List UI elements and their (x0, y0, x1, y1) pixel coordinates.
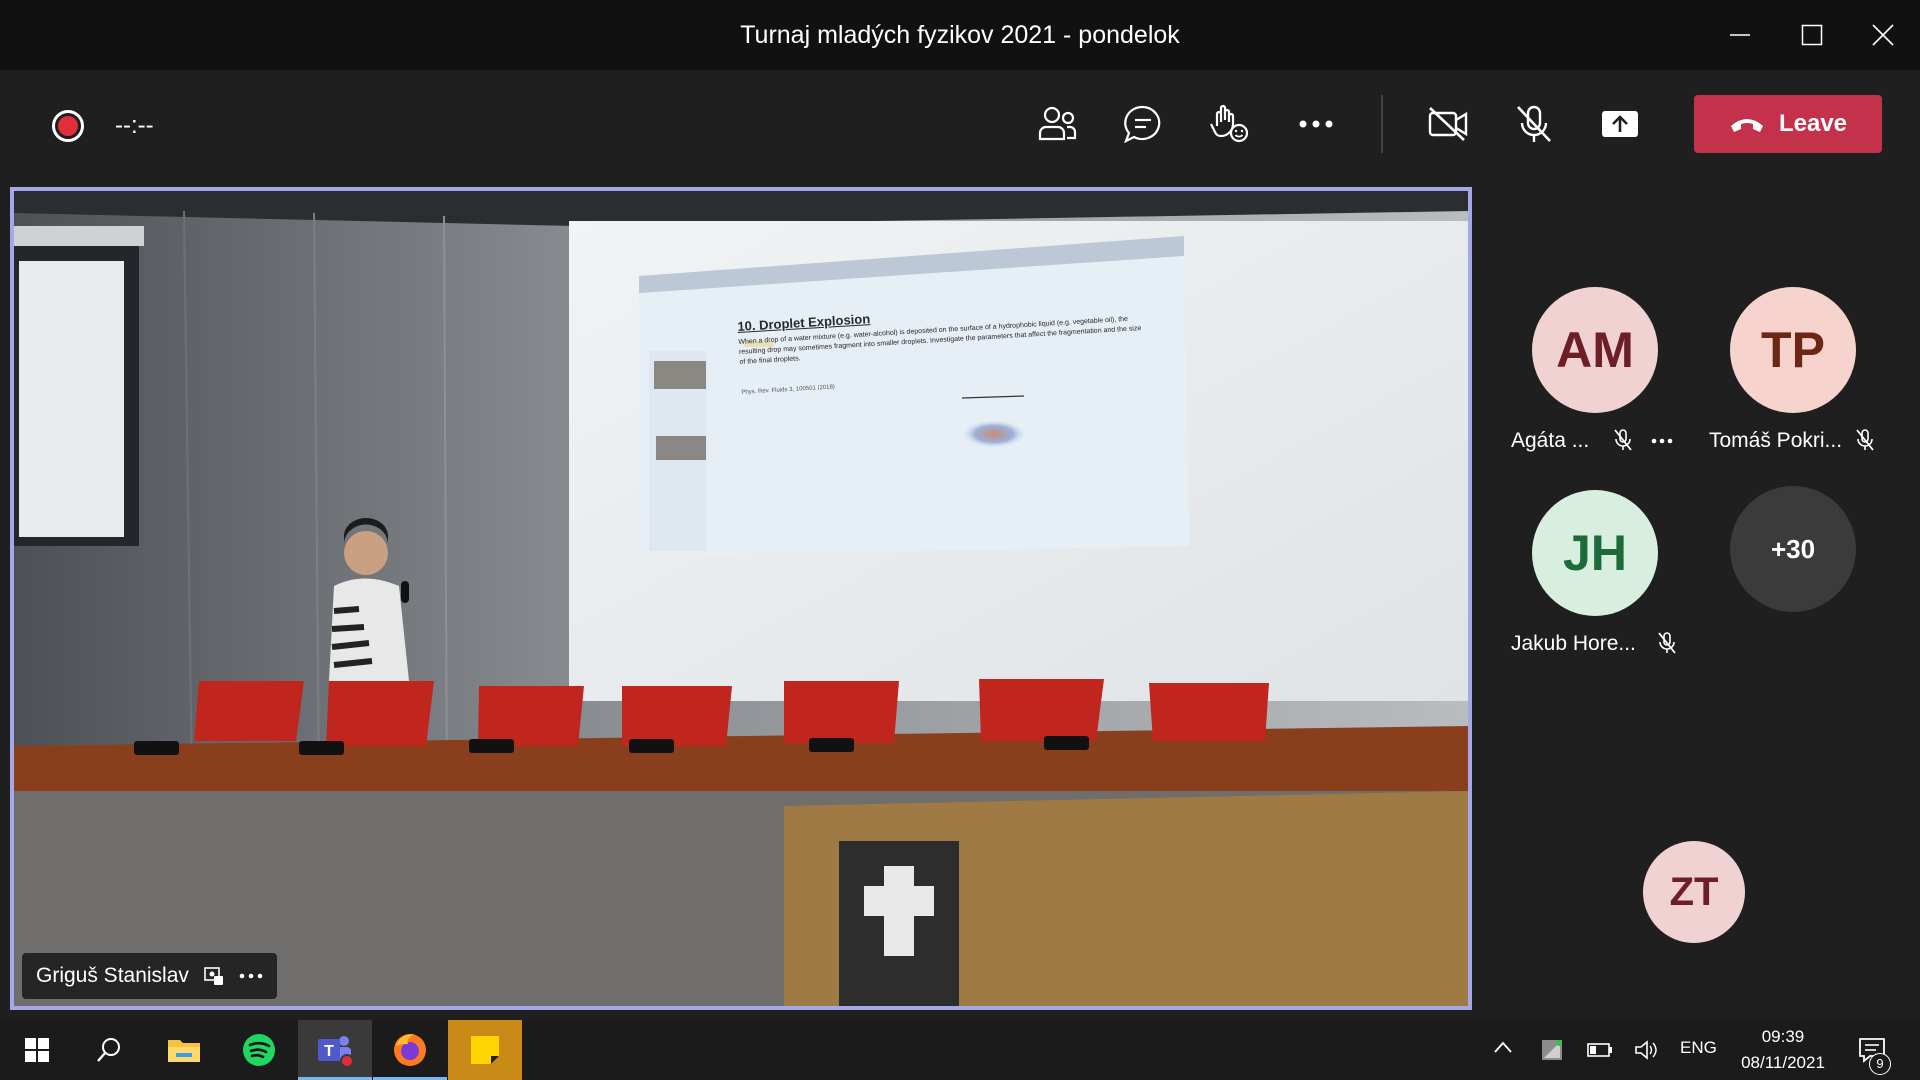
network-icon[interactable] (1540, 1038, 1564, 1062)
windows-taskbar: T 9 (0, 1020, 1920, 1080)
svg-text:T: T (324, 1043, 334, 1060)
main-video-feed[interactable]: 10. Droplet Explosion When a drop of a w… (10, 187, 1472, 1010)
file-explorer-button[interactable] (147, 1020, 221, 1080)
camera-toggle-button[interactable] (1420, 96, 1476, 152)
participants-button[interactable] (1030, 96, 1086, 152)
mic-off-icon (1517, 105, 1551, 142)
lecture-room-video (14, 191, 1468, 1006)
camera-off-icon (1428, 107, 1468, 141)
firefox-icon (394, 1034, 426, 1066)
maximize-icon (1801, 24, 1823, 46)
search-icon (97, 1038, 120, 1062)
title-bar: Turnaj mladých fyzikov 2021 - pondelok (0, 0, 1920, 70)
reactions-button[interactable] (1201, 96, 1257, 152)
hang-up-icon (1730, 119, 1763, 132)
sticky-notes-icon (471, 1036, 499, 1064)
toolbar-divider (1381, 95, 1383, 153)
sticky-notes-button[interactable] (448, 1020, 522, 1080)
more-icon[interactable] (239, 973, 263, 979)
participant-name: Agáta ... (1511, 429, 1590, 452)
mic-muted-icon (1658, 632, 1676, 654)
people-icon (1038, 106, 1077, 141)
teams-button[interactable]: T (298, 1020, 372, 1080)
clock-date: 08/11/2021 (1741, 1053, 1825, 1072)
chat-button[interactable] (1115, 96, 1171, 152)
participant-name: Tomáš Pokri... (1709, 429, 1843, 452)
mic-muted-icon (1614, 429, 1632, 451)
language-indicator[interactable]: ENG (1680, 1038, 1717, 1058)
mic-muted-icon (1856, 429, 1874, 451)
chat-icon (1124, 105, 1161, 143)
file-explorer-icon (168, 1040, 200, 1062)
minimize-icon (1730, 34, 1750, 36)
speaker-name: Griguš Stanislav (36, 964, 189, 987)
share-screen-button[interactable] (1592, 96, 1648, 152)
notification-badge: 9 (1869, 1053, 1891, 1075)
window-title: Turnaj mladých fyzikov 2021 - pondelok (740, 20, 1180, 49)
leave-button[interactable]: Leave (1694, 95, 1882, 153)
close-button[interactable] (1840, 0, 1920, 70)
more-options-button[interactable] (1288, 96, 1344, 152)
firefox-button[interactable] (373, 1020, 447, 1080)
reactions-icon (1210, 104, 1249, 143)
self-view-avatar[interactable]: ZT (1643, 841, 1745, 943)
search-button[interactable] (72, 1020, 146, 1080)
windows-start-icon (25, 1038, 49, 1062)
start-button[interactable] (0, 1020, 74, 1080)
recording-timer: --:-- (115, 112, 154, 139)
recording-indicator-icon (52, 110, 84, 142)
clock[interactable]: 09:39 08/11/2021 (1735, 1024, 1831, 1076)
speaker-name-chip: Griguš Stanislav (22, 953, 277, 999)
participant-avatar[interactable]: AM (1532, 287, 1658, 413)
close-icon (1872, 24, 1894, 46)
participant-more-icon[interactable] (1651, 438, 1673, 444)
volume-icon[interactable] (1634, 1038, 1658, 1062)
battery-icon[interactable] (1587, 1042, 1613, 1058)
spotify-icon (243, 1034, 275, 1066)
more-options-icon (1299, 120, 1333, 128)
participant-name: Jakub Hore... (1511, 632, 1636, 655)
leave-label: Leave (1778, 110, 1848, 137)
participant-avatar[interactable]: JH (1532, 490, 1658, 616)
spotify-button[interactable] (222, 1020, 296, 1080)
participant-avatar[interactable]: TP (1730, 287, 1856, 413)
mic-toggle-button[interactable] (1506, 96, 1562, 152)
show-hidden-icons-icon[interactable] (1493, 1040, 1513, 1054)
more-participants-button[interactable]: +30 (1730, 486, 1856, 612)
teams-icon: T (318, 1036, 354, 1067)
clock-time: 09:39 (1761, 1027, 1805, 1046)
screen-share-indicator-icon[interactable] (203, 965, 225, 987)
share-screen-icon (1602, 111, 1638, 137)
